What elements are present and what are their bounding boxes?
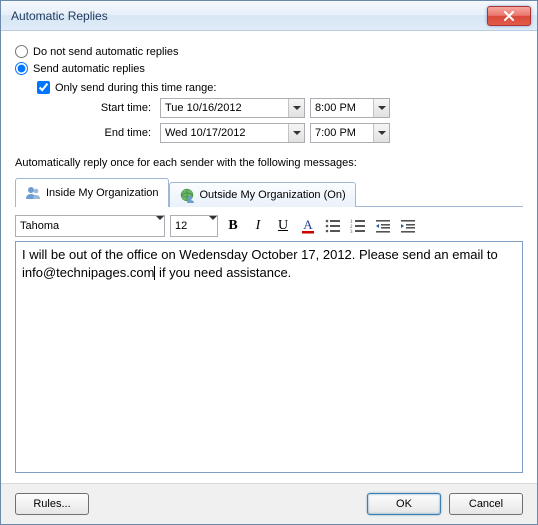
chevron-down-icon <box>373 99 389 117</box>
start-time-value: 8:00 PM <box>315 102 356 114</box>
end-date-select[interactable]: Wed 10/17/2012 <box>160 123 305 143</box>
bullet-list-icon <box>325 219 341 233</box>
tab-inside-label: Inside My Organization <box>46 187 159 199</box>
font-size-value: 12 <box>175 220 187 232</box>
dialog-button-row: Rules... OK Cancel <box>1 483 537 524</box>
globe-people-icon <box>179 187 195 203</box>
automatic-replies-dialog: Automatic Replies Do not send automatic … <box>0 0 538 525</box>
numbered-list-icon: 1 2 3 <box>350 219 366 233</box>
svg-text:3: 3 <box>350 230 353 233</box>
time-range-grid: Start time: Tue 10/16/2012 8:00 PM End t… <box>85 98 523 143</box>
rules-button[interactable]: Rules... <box>15 493 89 515</box>
end-time-select[interactable]: 7:00 PM <box>310 123 390 143</box>
outdent-icon <box>375 219 391 233</box>
svg-text:A: A <box>303 218 313 232</box>
tab-strip: Inside My Organization Outside My Organi… <box>15 177 523 207</box>
ok-button[interactable]: OK <box>367 493 441 515</box>
window-title: Automatic Replies <box>11 9 108 23</box>
tab-inside-org[interactable]: Inside My Organization <box>15 178 169 207</box>
chevron-down-icon <box>288 124 304 142</box>
chevron-down-icon <box>156 220 164 232</box>
start-time-select[interactable]: 8:00 PM <box>310 98 390 118</box>
reply-section-label: Automatically reply once for each sender… <box>15 157 523 169</box>
italic-button[interactable]: I <box>248 216 268 236</box>
radio-send-input[interactable] <box>15 62 28 75</box>
close-icon <box>503 11 515 21</box>
radio-send-label: Send automatic replies <box>33 63 145 75</box>
end-time-label: End time: <box>85 127 155 139</box>
font-family-select[interactable]: Tahoma <box>15 215 165 237</box>
checkbox-time-range-label: Only send during this time range: <box>55 82 216 94</box>
numbering-button[interactable]: 1 2 3 <box>348 216 368 236</box>
cancel-button[interactable]: Cancel <box>449 493 523 515</box>
radio-dont-send[interactable]: Do not send automatic replies <box>15 45 523 58</box>
underline-button[interactable]: U <box>273 216 293 236</box>
outdent-button[interactable] <box>373 216 393 236</box>
dialog-content: Do not send automatic replies Send autom… <box>1 31 537 483</box>
chevron-down-icon <box>209 220 217 232</box>
indent-button[interactable] <box>398 216 418 236</box>
start-date-value: Tue 10/16/2012 <box>165 102 242 114</box>
font-size-select[interactable]: 12 <box>170 215 218 237</box>
close-button[interactable] <box>487 6 531 26</box>
tab-outside-label: Outside My Organization (On) <box>200 189 346 201</box>
titlebar: Automatic Replies <box>1 1 537 31</box>
message-editor[interactable]: I will be out of the office on Wedensday… <box>15 241 523 473</box>
radio-dont-send-label: Do not send automatic replies <box>33 46 179 58</box>
people-icon <box>25 185 41 201</box>
font-color-button[interactable]: A <box>298 216 318 236</box>
end-date-value: Wed 10/17/2012 <box>165 127 246 139</box>
message-text-2: if you need assistance. <box>155 265 291 280</box>
indent-icon <box>400 219 416 233</box>
chevron-down-icon <box>373 124 389 142</box>
tab-outside-org[interactable]: Outside My Organization (On) <box>169 182 356 207</box>
bullets-button[interactable] <box>323 216 343 236</box>
bold-button[interactable]: B <box>223 216 243 236</box>
checkbox-time-range[interactable]: Only send during this time range: <box>37 81 523 94</box>
start-date-select[interactable]: Tue 10/16/2012 <box>160 98 305 118</box>
format-toolbar: Tahoma 12 B I U A <box>15 215 523 237</box>
font-color-icon: A <box>301 218 315 234</box>
radio-dont-send-input[interactable] <box>15 45 28 58</box>
font-family-value: Tahoma <box>20 220 59 232</box>
chevron-down-icon <box>288 99 304 117</box>
checkbox-time-range-input[interactable] <box>37 81 50 94</box>
end-time-value: 7:00 PM <box>315 127 356 139</box>
radio-send[interactable]: Send automatic replies <box>15 62 523 75</box>
start-time-label: Start time: <box>85 102 155 114</box>
